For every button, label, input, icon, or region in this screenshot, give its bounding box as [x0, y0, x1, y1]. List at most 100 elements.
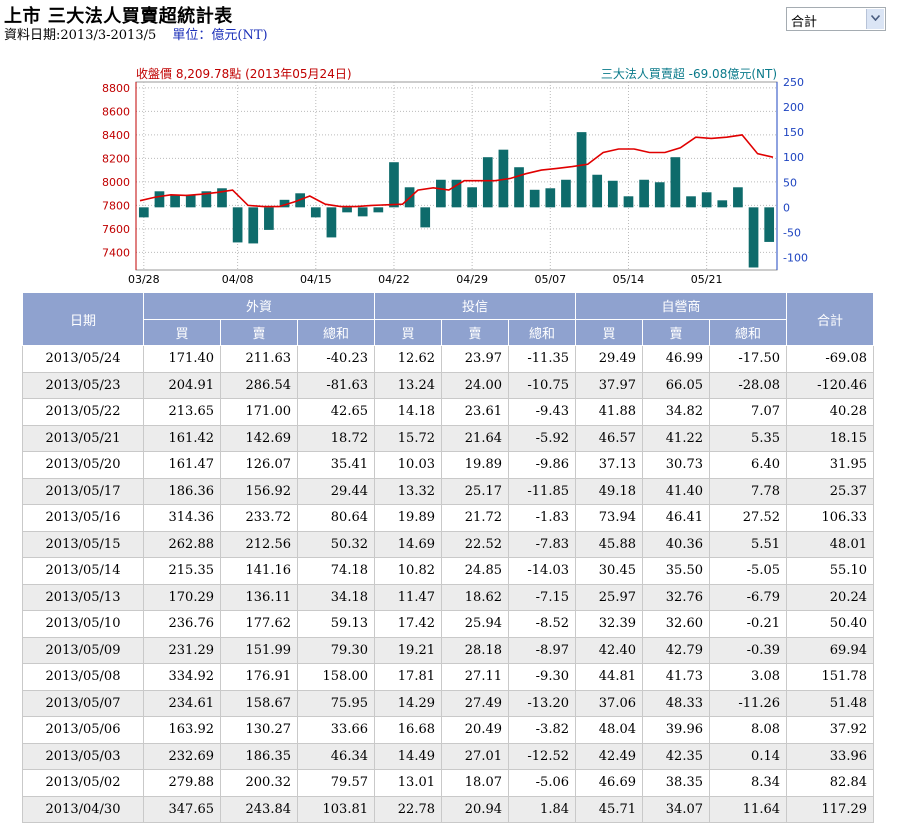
table-body: 2013/05/24 171.40 211.63 -40.23 12.62 23.97 -1…: [22, 345, 874, 823]
row-value-cell: 186.35: [220, 742, 298, 770]
row-value-cell: 66.05: [642, 371, 710, 399]
row-value-cell: 29.44: [297, 477, 375, 505]
row-value-cell: -69.08: [786, 345, 874, 373]
row-value-cell: 204.91: [143, 371, 221, 399]
col-foreign-sell: 賣: [220, 318, 298, 346]
row-value-cell: 51.48: [786, 689, 874, 717]
row-value-cell: 171.00: [220, 398, 298, 426]
investor-type-select[interactable]: 合計: [786, 7, 886, 31]
price-label: 收盤價 8,209.78點 (2013年05月24日): [136, 67, 352, 81]
row-value-cell: 19.21: [374, 636, 442, 664]
left-tick-label: 8600: [102, 105, 130, 118]
net-bar: [154, 191, 165, 208]
row-value-cell: 7.78: [709, 477, 787, 505]
row-value-cell: 80.64: [297, 504, 375, 532]
row-value-cell: 136.11: [220, 583, 298, 611]
row-value-cell: 6.40: [709, 451, 787, 479]
row-value-cell: -10.75: [508, 371, 576, 399]
row-value-cell: 44.81: [575, 663, 643, 691]
row-value-cell: 37.97: [575, 371, 643, 399]
row-value-cell: -9.86: [508, 451, 576, 479]
row-value-cell: -8.52: [508, 610, 576, 638]
net-bar: [764, 207, 775, 242]
row-value-cell: 161.42: [143, 424, 221, 452]
table-row: 2013/05/15 262.88 212.56 50.32 14.69 22.52 -7.…: [22, 530, 874, 558]
row-value-cell: 33.66: [297, 716, 375, 744]
row-value-cell: -14.03: [508, 557, 576, 585]
row-value-cell: 34.82: [642, 398, 710, 426]
net-bar: [686, 196, 696, 208]
institutional-net-chart: 8800 8600 8400 8200 8000 7800 7600 7400 250 200 15…: [102, 66, 808, 286]
row-value-cell: 45.71: [575, 795, 643, 823]
right-tick-label: 150: [783, 126, 804, 139]
row-value-cell: -12.52: [508, 742, 576, 770]
row-value-cell: 46.34: [297, 742, 375, 770]
row-value-cell: -1.83: [508, 504, 576, 532]
right-tick-label: -50: [783, 226, 801, 239]
row-value-cell: 215.35: [143, 557, 221, 585]
row-value-cell: 22.78: [374, 795, 442, 823]
col-trust-net: 總和: [508, 318, 576, 346]
unit-label: 單位：億元(NT): [172, 28, 268, 43]
row-value-cell: 30.73: [642, 451, 710, 479]
row-value-cell: 25.17: [441, 477, 509, 505]
chevron-down-icon[interactable]: [866, 9, 884, 29]
row-value-cell: 45.88: [575, 530, 643, 558]
row-value-cell: 50.32: [297, 530, 375, 558]
row-date-cell: 2013/05/09: [22, 636, 144, 664]
table-row: 2013/05/22 213.65 171.00 42.65 14.18 23.61 -9.…: [22, 398, 874, 426]
col-date: 日期: [22, 292, 144, 346]
row-value-cell: 31.95: [786, 451, 874, 479]
row-value-cell: 32.39: [575, 610, 643, 638]
row-value-cell: 14.29: [374, 689, 442, 717]
table-row: 2013/05/23 204.91 286.54 -81.63 13.24 24.00 -1…: [22, 371, 874, 399]
row-value-cell: 5.35: [709, 424, 787, 452]
x-tick-label: 04/15: [300, 273, 332, 286]
row-value-cell: 49.18: [575, 477, 643, 505]
right-tick-label: 250: [783, 76, 804, 89]
row-value-cell: 117.29: [786, 795, 874, 823]
row-value-cell: 13.32: [374, 477, 442, 505]
left-tick-label: 8400: [102, 129, 130, 142]
row-date-cell: 2013/05/07: [22, 689, 144, 717]
row-value-cell: 347.65: [143, 795, 221, 823]
net-bar: [576, 132, 587, 208]
row-value-cell: 48.04: [575, 716, 643, 744]
row-value-cell: -5.05: [709, 557, 787, 585]
row-value-cell: 161.47: [143, 451, 221, 479]
row-value-cell: 35.50: [642, 557, 710, 585]
row-date-cell: 2013/05/13: [22, 583, 144, 611]
row-value-cell: 21.64: [441, 424, 509, 452]
row-value-cell: 14.18: [374, 398, 442, 426]
row-value-cell: 74.18: [297, 557, 375, 585]
net-bar: [529, 189, 540, 208]
page-subtitle: 資料日期:2013/3-2013/5 單位：億元(NT): [4, 24, 268, 43]
row-value-cell: 17.42: [374, 610, 442, 638]
row-value-cell: -7.15: [508, 583, 576, 611]
net-bar: [639, 179, 649, 208]
row-value-cell: 13.01: [374, 769, 442, 797]
row-value-cell: 151.99: [220, 636, 298, 664]
row-value-cell: 14.69: [374, 530, 442, 558]
row-value-cell: 46.57: [575, 424, 643, 452]
row-value-cell: 7.07: [709, 398, 787, 426]
left-tick-label: 8800: [102, 82, 130, 95]
x-tick-label: 04/29: [456, 273, 488, 286]
row-value-cell: 35.41: [297, 451, 375, 479]
col-trust-sell: 賣: [441, 318, 509, 346]
row-value-cell: 25.97: [575, 583, 643, 611]
row-date-cell: 2013/05/16: [22, 504, 144, 532]
row-value-cell: -81.63: [297, 371, 375, 399]
row-date-cell: 2013/05/08: [22, 663, 144, 691]
x-tick-label: 03/28: [128, 273, 160, 286]
row-value-cell: 0.14: [709, 742, 787, 770]
table-row: 2013/05/08 334.92 176.91 158.00 17.81 27.11 -9…: [22, 663, 874, 691]
net-bar: [733, 187, 743, 208]
row-date-cell: 2013/05/15: [22, 530, 144, 558]
row-value-cell: 163.92: [143, 716, 221, 744]
row-value-cell: 48.33: [642, 689, 710, 717]
row-value-cell: 24.85: [441, 557, 509, 585]
row-value-cell: 46.69: [575, 769, 643, 797]
select-value: 合計: [791, 15, 818, 30]
institutional-trading-table: 日期 外資 投信 自營商 合計 買 賣 總和 買 賣 總和 買 賣 總和 201…: [22, 292, 874, 823]
